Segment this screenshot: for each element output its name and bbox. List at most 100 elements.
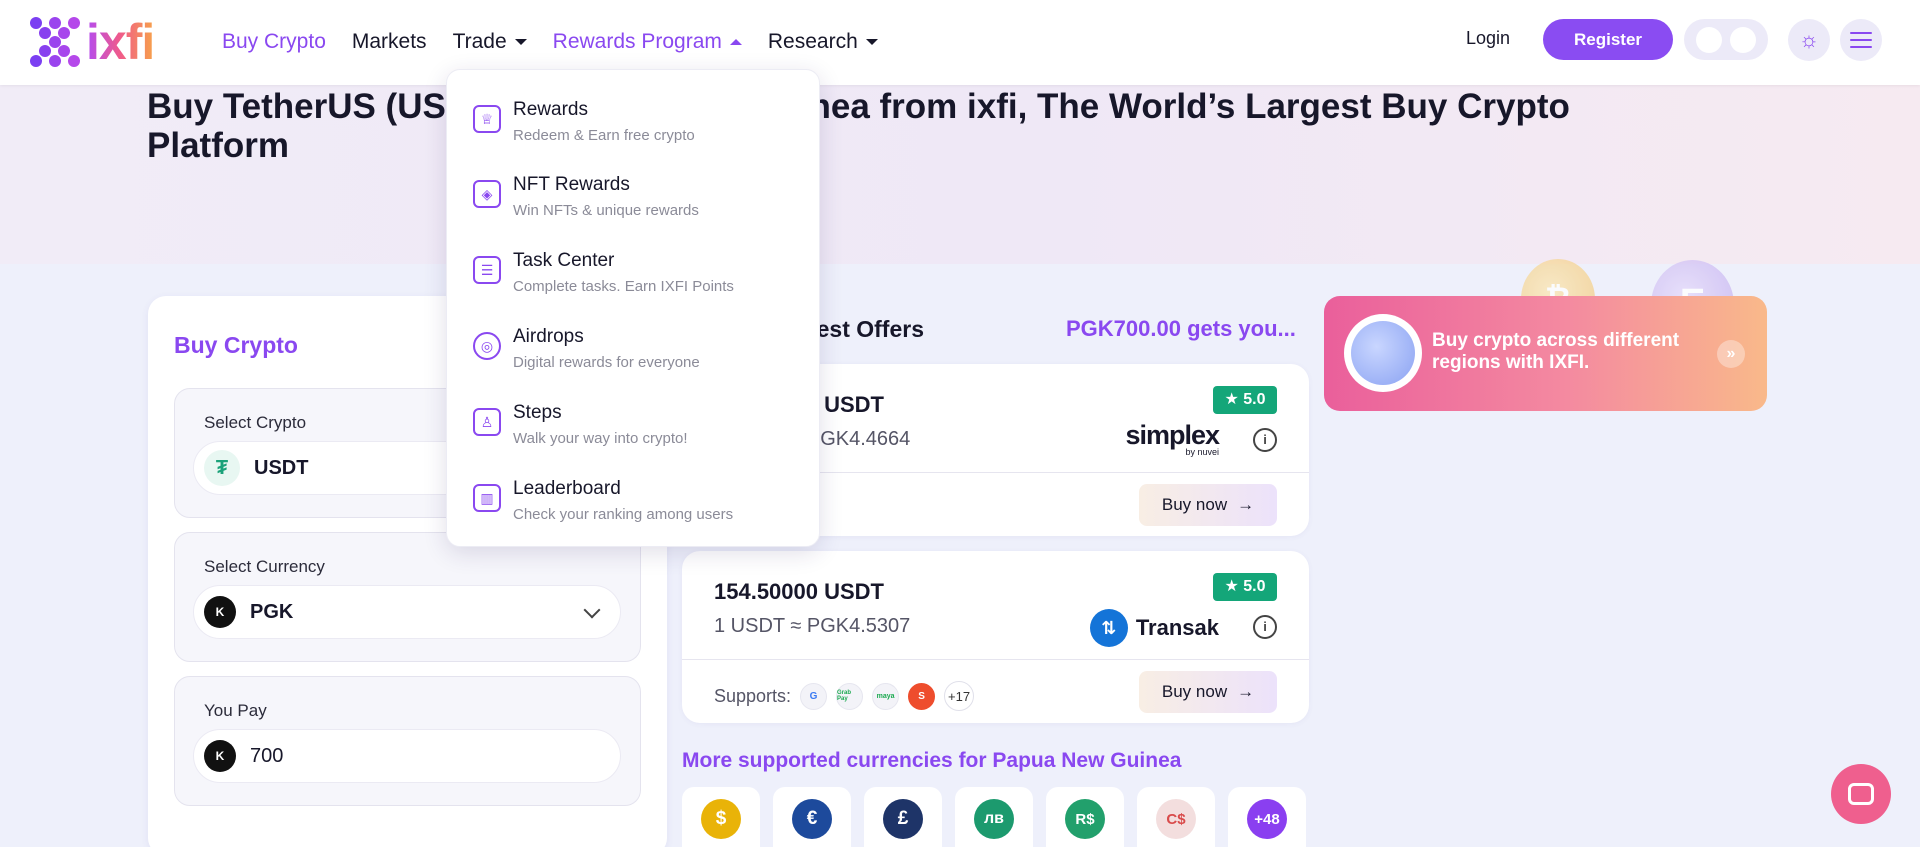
nft-trophy-icon: ◈ — [473, 180, 501, 208]
chevron-down-icon — [583, 601, 601, 619]
select-currency-field: Select Currency K PGK — [174, 532, 641, 662]
buy-now-button[interactable]: Buy now → — [1139, 484, 1277, 526]
you-pay-label: You Pay — [204, 701, 267, 720]
google-play-icon[interactable] — [1730, 26, 1756, 53]
register-button[interactable]: Register — [1543, 19, 1673, 60]
currency-select[interactable]: K PGK — [193, 585, 621, 639]
sun-icon[interactable]: ☼ — [1788, 19, 1830, 61]
buy-now-label: Buy now — [1161, 495, 1228, 514]
rewards-dropdown-menu: ♕ Rewards Redeem & Earn free crypto ◈ NF… — [446, 69, 820, 547]
apple-icon[interactable] — [1696, 26, 1722, 53]
google-pay-icon: G — [800, 682, 828, 710]
currency-more[interactable]: +48 — [1228, 787, 1306, 847]
pound-icon: £ — [883, 799, 923, 839]
buy-now-button[interactable]: Buy now → — [1139, 671, 1277, 713]
dropdown-item-task-center[interactable]: ☰ Task Center Complete tasks. Earn IXFI … — [473, 245, 803, 305]
currency-usd[interactable]: $ — [682, 787, 760, 847]
maya-icon: maya — [872, 682, 900, 710]
dropdown-item-subtitle: Win NFTs & unique rewards — [513, 202, 699, 219]
select-crypto-label: Select Crypto — [204, 413, 307, 432]
lev-icon: лв — [974, 799, 1014, 839]
dropdown-item-steps[interactable]: ♙ Steps Walk your way into crypto! — [473, 397, 803, 457]
tether-icon: ₮ — [204, 450, 240, 486]
nav-label: Markets — [351, 30, 427, 53]
more-methods-count[interactable]: +17 — [944, 681, 975, 711]
buy-now-label: Buy now — [1161, 682, 1228, 701]
globe-icon — [1344, 314, 1422, 392]
grab-pay-icon: Grab Pay — [836, 682, 864, 710]
nav-rewards-program[interactable]: Rewards Program — [553, 28, 742, 56]
buy-crypto-title: Buy Crypto — [174, 332, 298, 358]
dropdown-item-leaderboard[interactable]: ▥ Leaderboard Check your ranking among u… — [473, 473, 803, 533]
crypto-value: USDT — [254, 456, 309, 479]
simplex-logo: simplex by nuvei — [1125, 420, 1220, 457]
dollar-icon: $ — [701, 799, 741, 839]
nav-markets[interactable]: Markets — [352, 28, 427, 56]
nav-buy-crypto[interactable]: Buy Crypto — [222, 28, 326, 56]
caret-up-icon — [729, 39, 742, 45]
kina-icon: K — [204, 740, 236, 772]
dropdown-item-subtitle: Digital rewards for everyone — [513, 354, 700, 371]
caret-down-icon — [865, 39, 878, 45]
info-icon[interactable]: i — [1253, 428, 1277, 452]
nav-label: Research — [767, 30, 858, 53]
app-store-links — [1684, 19, 1768, 60]
airdrop-icon: ◎ — [473, 332, 501, 360]
pay-amount-input[interactable]: K 700 — [193, 729, 621, 783]
dropdown-item-nft-rewards[interactable]: ◈ NFT Rewards Win NFTs & unique rewards — [473, 169, 803, 229]
rating-badge: ★ 5.0 — [1213, 573, 1277, 601]
nav-label: Buy Crypto — [222, 30, 326, 53]
rating-badge: ★ 5.0 — [1213, 386, 1277, 414]
currency-cad[interactable]: C$ — [1137, 787, 1215, 847]
dropdown-item-subtitle: Walk your way into crypto! — [513, 430, 688, 447]
chat-support-icon[interactable] — [1831, 764, 1891, 824]
rating-value: 5.0 — [1243, 391, 1266, 408]
rating-value: 5.0 — [1243, 578, 1266, 595]
caret-down-icon — [514, 39, 527, 45]
checklist-icon: ☰ — [473, 256, 501, 284]
leaderboard-icon: ▥ — [473, 484, 501, 512]
offer-rate: 1 USDT ≈ PGK4.5307 — [714, 615, 911, 637]
dropdown-item-title: NFT Rewards — [513, 174, 630, 195]
currency-gbp[interactable]: £ — [864, 787, 942, 847]
logo-text: ixfi — [86, 14, 155, 70]
provider-sub: by nuvei — [1185, 447, 1219, 457]
payment-methods: Supports: G Grab Pay maya S +17 — [714, 681, 975, 711]
regions-promo-banner[interactable]: Buy crypto across different regions with… — [1324, 296, 1767, 411]
more-currencies-count: +48 — [1247, 799, 1287, 839]
offer-card-transak: 154.50000 USDT 1 USDT ≈ PGK4.5307 ★ 5.0 … — [682, 551, 1309, 723]
canadian-dollar-icon: C$ — [1156, 799, 1196, 839]
info-icon[interactable]: i — [1253, 615, 1277, 639]
main-nav: Buy Crypto Markets Trade Rewards Program… — [222, 28, 904, 56]
double-chevron-right-icon: » — [1717, 340, 1745, 368]
ixfi-logo[interactable]: ixfi — [30, 14, 155, 70]
arrow-right-icon: → — [1237, 495, 1255, 514]
you-pay-field: You Pay K 700 — [174, 676, 641, 806]
currency-bgn[interactable]: лв — [955, 787, 1033, 847]
hamburger-icon[interactable] — [1840, 19, 1882, 61]
dropdown-item-airdrops[interactable]: ◎ Airdrops Digital rewards for everyone — [473, 321, 803, 381]
offers-amount: PGK700.00 gets you... — [1066, 316, 1296, 341]
currency-brl[interactable]: R$ — [1046, 787, 1124, 847]
nav-research[interactable]: Research — [768, 28, 878, 56]
dropdown-item-subtitle: Complete tasks. Earn IXFI Points — [513, 278, 734, 295]
currency-value: PGK — [250, 600, 294, 623]
currency-list: $ € £ лв R$ C$ +48 — [682, 787, 1306, 847]
logo-mark-icon — [30, 17, 80, 67]
dropdown-item-subtitle: Redeem & Earn free crypto — [513, 127, 695, 144]
dropdown-item-rewards[interactable]: ♕ Rewards Redeem & Earn free crypto — [473, 94, 803, 154]
trophy-icon: ♕ — [473, 105, 501, 133]
nav-trade[interactable]: Trade — [453, 28, 527, 56]
arrow-right-icon: → — [1237, 682, 1255, 701]
dropdown-item-title: Rewards — [513, 99, 588, 120]
hero-banner: Buy TetherUS (USDT) in Papua New Guinea … — [0, 85, 1920, 350]
shopee-icon: S — [908, 682, 936, 710]
more-currencies-title: More supported currencies for Papua New … — [682, 749, 1182, 772]
offer-quantity: 154.50000 USDT — [714, 579, 884, 604]
dropdown-item-title: Steps — [513, 402, 562, 423]
supports-label: Supports: — [714, 685, 792, 706]
login-link[interactable]: Login — [1466, 28, 1510, 49]
dropdown-item-title: Task Center — [513, 250, 615, 271]
select-currency-label: Select Currency — [204, 557, 325, 576]
currency-eur[interactable]: € — [773, 787, 851, 847]
